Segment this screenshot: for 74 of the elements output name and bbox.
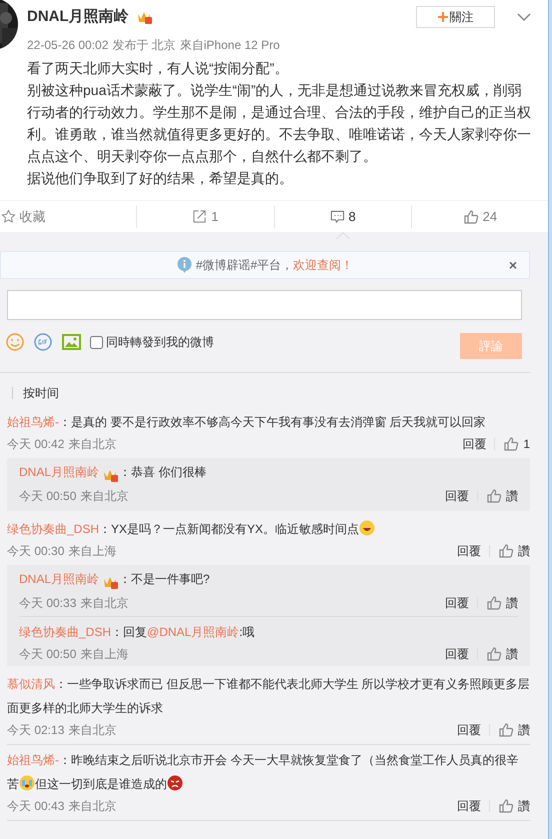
reply-link[interactable]: 回覆 — [445, 593, 469, 613]
comment-text: 慕似清风：一些争取诉求而已 但反思一下谁都不能代表北师大学生 所以学校才更有义务照顾更多层面更多样的北师大学生的诉求 — [7, 676, 530, 717]
reply-link[interactable]: 回覆 — [457, 796, 481, 816]
like-button[interactable]: 讚 — [486, 644, 518, 664]
comment-source: 来自北京 — [80, 595, 128, 612]
comment-time: 今天 00:42 — [7, 436, 64, 453]
comment-source: 来自北京 — [68, 722, 116, 739]
comment-input-field[interactable] — [7, 290, 522, 320]
comment-text: 始祖鸟烯-：昨晚结束之后听说北京市开会 今天一大早就恢复堂食了（当然食堂工作人员真的很辛苦 但这一切到底是谁造成的 — [7, 752, 520, 793]
smiley-icon[interactable] — [6, 333, 24, 351]
like-button[interactable]: 讚 — [486, 593, 518, 613]
comment-time: 今天 00:30 — [7, 543, 64, 560]
selected-pointer-icon — [336, 232, 350, 238]
thumbs-up-icon — [498, 798, 514, 814]
post-source: 來自iPhone 12 Pro — [180, 37, 280, 54]
comment-time: 今天 02:13 — [7, 722, 64, 739]
thumbs-up-icon — [503, 436, 520, 452]
thumbs-up-icon — [498, 722, 514, 738]
favorite-action[interactable]: 收藏 — [0, 206, 46, 228]
repost-label: 同時轉發到我的微博 — [106, 334, 214, 351]
comment-source: 来自上海 — [80, 646, 128, 663]
comment-text: 绿色协奏曲_DSH：YX是吗？一点新闻都没有YX。临近敏感时间点 — [7, 517, 530, 541]
star-icon — [0, 209, 16, 224]
close-button[interactable]: × — [508, 254, 517, 276]
comment-source: 来自北京 — [68, 436, 116, 453]
comment-time: 今天 00:50 — [19, 646, 76, 663]
plus-icon — [438, 12, 448, 22]
comment-time: 今天 00:43 — [7, 798, 64, 815]
chevron-down-icon[interactable] — [517, 12, 531, 22]
like-button[interactable]: 讚 — [498, 541, 530, 561]
comment-text: DNAL月照南岭 ：不是一件事吧? — [19, 567, 518, 593]
reply-link[interactable]: 回覆 — [457, 541, 481, 561]
comment-time: 今天 00:50 — [19, 488, 76, 505]
thumbs-up-icon — [486, 488, 502, 504]
like-button[interactable]: 讚 — [498, 720, 530, 740]
thumbs-up-icon — [462, 208, 479, 224]
comment-text: 绿色协奏曲_DSH：回复@DNAL月照南岭:哦 — [19, 624, 256, 641]
post-time: 22-05-26 00:02 — [27, 37, 108, 54]
like-button[interactable]: 讚 — [498, 796, 530, 816]
notice-text: #微博辟谣#平台， — [196, 257, 294, 274]
angry-emoji-icon — [167, 775, 183, 791]
reply-link[interactable]: 回覆 — [445, 486, 469, 506]
image-icon[interactable] — [62, 334, 81, 350]
comment-text: 始祖鸟烯-：是真的 要不是行政效率不够高今天下午我有事没有去消弹窗 后天我就可以回家 — [7, 414, 487, 431]
laughing-emoji-icon — [359, 520, 376, 536]
info-icon — [176, 257, 192, 273]
comment-time: 今天 00:33 — [19, 595, 76, 612]
post-paragraph: 看了两天北师大实时，有人说“按闹分配”。 — [27, 59, 290, 78]
post-paragraph: 据说他们争取到了好的结果，希望是真的。 — [27, 169, 294, 188]
sort-by-time-tab[interactable]: 按时间 — [23, 384, 59, 402]
comment-source: 来自北京 — [68, 798, 116, 815]
share-icon — [192, 209, 208, 224]
thumbs-up-icon — [498, 543, 514, 559]
like-button[interactable]: 1 — [503, 434, 530, 454]
reply-link[interactable]: 回覆 — [445, 644, 469, 664]
comment-source: 来自北京 — [80, 488, 128, 505]
crying-emoji-icon — [19, 775, 35, 791]
comment-icon — [330, 209, 344, 224]
thumbs-up-icon — [486, 595, 502, 611]
like-action[interactable]: 24 — [462, 206, 498, 228]
repost-checkbox[interactable] — [90, 336, 103, 348]
post-paragraph: 别被这种pua话术蒙蔽了。说学生“闹”的人，无非是想通过说教来冒充权威，削弱行动者的行动效力。学生那不是闹，是通过合理、合法的手段，维护自己的正当权利。谁勇敢，谁当然就值得更多更好的。不去争取、唯唯诺诺，今天人家剥夺你一点点这个、明天剥夺你一点点那个，自然什么都不剩了。 — [27, 81, 532, 166]
comment-text: DNAL月照南岭 ：恭喜 你们很棒 — [19, 460, 518, 486]
repost-action[interactable]: 1 — [192, 206, 218, 228]
follow-button[interactable]: 關注 — [416, 6, 495, 28]
reply-link[interactable]: 回覆 — [457, 720, 481, 740]
thumbs-up-icon — [486, 646, 502, 662]
author-name[interactable]: DNAL月照南岭 — [27, 6, 129, 28]
gif-icon[interactable] — [34, 333, 52, 351]
comment-source: 来自上海 — [68, 543, 116, 560]
comment-action[interactable]: 8 — [330, 206, 356, 228]
like-button[interactable]: 讚 — [486, 486, 518, 506]
reply-link[interactable]: 回覆 — [462, 434, 486, 454]
post-location: 发布于 北京 — [112, 37, 176, 54]
